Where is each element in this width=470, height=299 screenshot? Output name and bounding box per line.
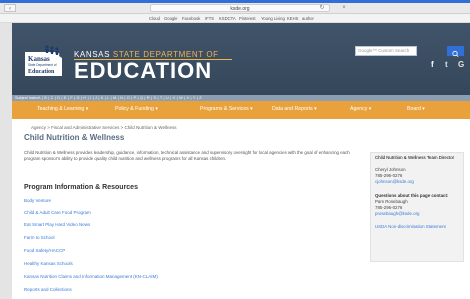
resource-link[interactable]: Child & Adult Care Food Program <box>24 210 91 215</box>
browser-toolbar: ‹ ksde.org ↻ × <box>0 3 470 14</box>
bookmark-item[interactable]: KEHS <box>287 15 298 22</box>
googleplus-icon[interactable]: G <box>458 60 464 69</box>
bookmark-item[interactable]: Facebook <box>182 15 200 22</box>
resource-link[interactable]: Food Safety/HACCP <box>24 248 65 253</box>
bookmark-item[interactable]: Google <box>164 15 178 22</box>
logo-kansas-text: Kansas <box>28 55 50 63</box>
nav-data-reports[interactable]: Data and Reports ▾ <box>272 106 317 113</box>
resource-link[interactable]: Body Venture <box>24 198 51 203</box>
nav-policy-funding[interactable]: Policy & Funding ▾ <box>115 106 158 113</box>
back-button[interactable]: ‹ <box>4 4 16 12</box>
address-bar[interactable]: ksde.org <box>150 4 330 12</box>
search-input[interactable]: Google™ Custom Search <box>355 46 417 56</box>
search-button[interactable] <box>447 46 464 57</box>
twitter-icon[interactable]: t <box>445 60 448 69</box>
bookmark-item[interactable]: author <box>302 15 314 22</box>
contact-name: Pam Rosebaugh <box>375 199 408 204</box>
section-heading: Program Information & Resources <box>24 184 138 191</box>
site-title[interactable]: EDUCATION <box>74 58 212 84</box>
nav-teaching-learning[interactable]: Teaching & Learning ▾ <box>37 106 88 113</box>
director-name: Cheryl Johnson <box>375 167 406 172</box>
resource-link[interactable]: Kansas Nutrition Claims and Information … <box>24 274 158 279</box>
logo-state-text: State Department of <box>28 63 57 67</box>
director-email-link[interactable]: cjohnson@ksde.org <box>375 179 414 184</box>
search-icon <box>452 50 459 57</box>
nav-programs-services[interactable]: Programs & Services ▾ <box>200 106 253 113</box>
bookmark-item[interactable]: IFTS <box>205 15 214 22</box>
bookmark-item[interactable]: KSDCTA <box>219 15 236 22</box>
resource-link[interactable]: Eat Smart Play Hard Video News <box>24 222 90 227</box>
intro-paragraph: Child Nutrition & Wellness provides lead… <box>24 150 350 161</box>
nav-board[interactable]: Board ▾ <box>407 106 425 113</box>
breadcrumb[interactable]: Agency > Fiscal and Administrative Servi… <box>31 125 176 130</box>
nondiscrimination-link[interactable]: USDA Non-discrimination Statement <box>375 224 446 229</box>
contact-phone: 785-296-0276 <box>375 205 403 210</box>
resource-link[interactable]: Healthy Kansas Schools <box>24 261 73 266</box>
sidebar-title: Child Nutrition & Wellness Team Director <box>375 155 455 160</box>
logo-education-text: Education <box>28 69 55 75</box>
bookmark-item[interactable]: Young Living <box>261 15 285 22</box>
reload-icon[interactable]: ↻ <box>318 4 326 12</box>
facebook-icon[interactable]: f <box>431 60 434 69</box>
nav-agency[interactable]: Agency ▾ <box>350 106 371 113</box>
page-title: Child Nutrition & Wellness <box>24 133 125 142</box>
resource-link[interactable]: Reports and Collections <box>24 287 72 292</box>
ksde-logo[interactable]: Kansas State Department of Education <box>22 44 65 80</box>
main-navigation: Teaching & Learning ▾ Policy & Funding ▾… <box>12 101 470 119</box>
bookmark-item[interactable]: Pinterest <box>239 15 256 22</box>
resource-link[interactable]: Farm to School <box>24 235 55 240</box>
bookmarks-bar: Cloud Google Facebook IFTS KSDCTA Pinter… <box>0 14 470 23</box>
director-phone: 785-296-0276 <box>375 173 403 178</box>
contact-email-link[interactable]: prosebaugh@ksde.org <box>375 211 420 216</box>
bookmark-item[interactable]: Cloud <box>149 15 160 22</box>
questions-heading: Questions about this page contact: <box>375 193 449 198</box>
close-tab-icon[interactable]: × <box>340 4 348 12</box>
